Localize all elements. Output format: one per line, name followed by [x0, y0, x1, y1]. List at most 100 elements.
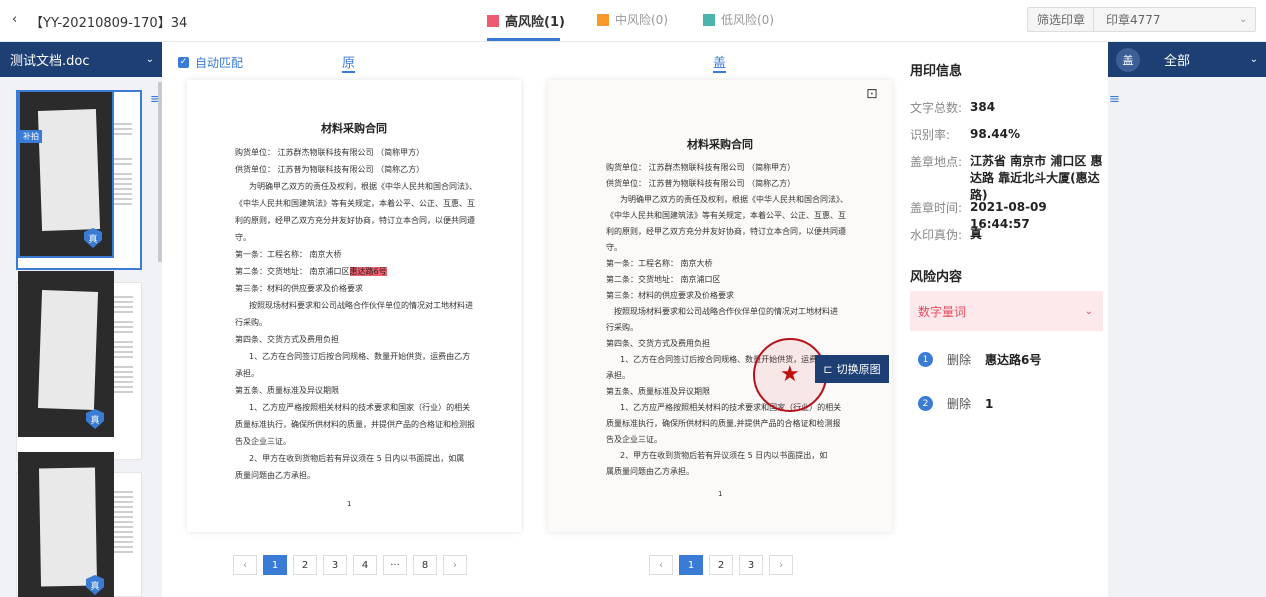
stamp-photo-thumbnail-2[interactable]: 真 — [18, 271, 114, 437]
original-pager: ‹ 1 2 3 4 ··· 8 › — [233, 555, 467, 575]
page-ellipsis[interactable]: ··· — [383, 555, 407, 575]
file-select[interactable]: 测试文档.doc ⌄ — [0, 42, 162, 77]
stamp-toggle-button[interactable]: 盖 — [1116, 47, 1140, 72]
stamped-header-underline — [713, 71, 726, 73]
page-button[interactable]: 2 — [293, 555, 317, 575]
doc-line: 质量标准执行，确保所供材料的质量，并提供产品的合格证和检测报 — [235, 420, 475, 429]
doc-line: 第一条：工程名称： 南京大桥 — [606, 259, 713, 268]
stamped-column-header[interactable]: 盖 — [713, 52, 726, 71]
doc-line-text: 第二条：交货地址： 南京浦口区 — [235, 267, 350, 276]
doc-line: 《中华人民共和国建筑法》等有关规定，本着公平、公正、互惠、互 — [235, 199, 475, 208]
info-row-watermark: 水印真伪: 真 — [910, 226, 982, 243]
doc-line: 第三条：材料的供应要求及价格要求 — [235, 284, 363, 293]
doc-line: 《中华人民共和国建筑法》等有关规定，本着公平、公正、互惠、互 — [606, 211, 846, 220]
doc-line: 第三条：材料的供应要求及价格要求 — [606, 291, 734, 300]
next-page-button[interactable]: › — [443, 555, 467, 575]
doc-line: 供货单位： 江苏普为物联科技有限公司 （简称乙方） — [235, 165, 425, 174]
tab-high-risk-label: 高风险(1) — [505, 15, 565, 30]
risk-item-operation: 删除 — [947, 397, 972, 411]
doc-line: 2、甲方在收到货物后若有异议须在 5 日内以书面提出，如 — [620, 451, 828, 460]
seal-star-icon: ★ — [780, 362, 800, 387]
chevron-down-icon: ⌄ — [145, 54, 154, 65]
doc-line: 守。 — [606, 243, 622, 252]
info-row-word-count: 文字总数: 384 — [910, 99, 995, 116]
filter-value: 印章4777 — [1106, 13, 1161, 27]
doc-line: 利的原则，经甲乙双方充分并友好协商，特订立本合同，以便共同遵 — [235, 216, 475, 225]
filter-label: 筛选印章 — [1028, 8, 1095, 31]
original-column-header[interactable]: 原 — [342, 52, 355, 71]
info-key: 水印真伪: — [910, 228, 963, 242]
page-button[interactable]: 3 — [739, 555, 763, 575]
doc-line: 守。 — [235, 233, 251, 242]
top-bar: ‹ 【YY-20210809-170】34 高风险(1) 中风险(0) 低风险(… — [0, 0, 1266, 42]
switch-original-button[interactable]: ⊏ 切换原图 — [815, 355, 889, 383]
tab-medium-risk-label: 中风险(0) — [615, 13, 668, 27]
info-key: 盖章地点: — [910, 155, 963, 169]
doc-line: 第四条、交货方式及费用负担 — [235, 335, 339, 344]
doc-line: 购货单位： 江苏群杰物联科技有限公司 （简称甲方） — [235, 148, 425, 157]
stamped-document: 材料采购合同 购货单位： 江苏群杰物联科技有限公司 （简称甲方） 供货单位： 江… — [548, 80, 892, 532]
stamp-info-panel: 用印信息 文字总数: 384 识别率: 98.44% 盖章地点: 江苏省 南京市… — [898, 42, 1108, 597]
deleted-text-highlight[interactable]: 惠达路6号 — [349, 267, 387, 276]
doc-line: 第二条：交货地址： 南京浦口区 — [606, 275, 721, 284]
next-page-button[interactable]: › — [769, 555, 793, 575]
risk-item[interactable]: 1 删除 惠达路6号 — [918, 351, 1041, 368]
tab-high-risk[interactable]: 高风险(1) — [487, 11, 565, 30]
scan-focus-icon[interactable]: ⊡ — [866, 86, 878, 102]
page-button[interactable]: 1 — [679, 555, 703, 575]
info-value: 江苏省 南京市 浦口区 惠达路 靠近北斗大厦(惠达路) — [970, 154, 1103, 202]
doc-line: 为明确甲乙双方的责任及权利，根据《中华人民共和国合同法》、 — [620, 195, 848, 204]
back-chevron-icon[interactable]: ‹ — [12, 12, 17, 27]
doc-line: 利的原则，经甲乙双方充分并友好协商，特订立本合同，以便共同遵 — [606, 227, 846, 236]
doc-line: 行采购。 — [606, 323, 638, 332]
photo-filter-select[interactable]: 盖 全部 ⌄ — [1108, 42, 1266, 77]
page-button[interactable]: 1 — [263, 555, 287, 575]
original-header-underline — [342, 71, 355, 73]
stamp-photo-thumbnail-1[interactable]: 补拍 真 — [18, 90, 114, 258]
tab-low-risk-label: 低风险(0) — [721, 13, 774, 27]
switch-original-label: 切换原图 — [836, 363, 881, 376]
info-value: 98.44% — [970, 127, 1020, 141]
doc-line: 质量问题由乙方承担。 — [235, 471, 315, 480]
photo-document — [38, 467, 98, 587]
info-key: 识别率: — [910, 128, 951, 142]
doc-line: 1、乙方应严格按照相关材料的技术要求和国家（行业）的相关 — [249, 403, 471, 412]
risk-item-word: 1 — [985, 396, 994, 411]
doc-line: 1、乙方在合同签订后按合同规格、数量开始供货，运费由乙方 — [249, 352, 471, 361]
medium-risk-swatch — [597, 13, 609, 26]
prev-page-button[interactable]: ‹ — [233, 555, 257, 575]
page-button[interactable]: 3 — [323, 555, 347, 575]
page-number: 1 — [347, 500, 352, 508]
tab-low-risk[interactable]: 低风险(0) — [703, 11, 774, 28]
photo-filter-value: 全部 — [1164, 54, 1191, 69]
risk-item-number: 2 — [918, 396, 933, 411]
tab-medium-risk[interactable]: 中风险(0) — [597, 11, 668, 28]
info-value: 2021-08-09 16:44:57 — [970, 200, 1047, 231]
page-button[interactable]: 8 — [413, 555, 437, 575]
doc-line: 属质量问题由乙方承担。 — [606, 467, 694, 476]
doc-line: 承担。 — [235, 369, 259, 378]
doc-line: 第一条：工程名称： 南京大桥 — [235, 250, 342, 259]
auto-match-checkbox[interactable]: ✓ 自动匹配 — [178, 54, 243, 71]
risk-category-collapse[interactable]: 数字量词 ⌄ — [910, 291, 1103, 331]
doc-line-highlighted: 第二条：交货地址： 南京浦口区惠达路6号 — [187, 263, 521, 280]
crop-icon: ⊏ — [823, 362, 833, 376]
page-button[interactable]: 2 — [709, 555, 733, 575]
risk-item[interactable]: 2 删除 1 — [918, 395, 993, 412]
checkbox-checked-icon: ✓ — [178, 57, 189, 68]
page-number: 1 — [718, 490, 723, 498]
file-name: 测试文档.doc — [10, 54, 90, 69]
doc-line: 第五条、质量标准及异议期限 — [235, 386, 339, 395]
stamped-pager: ‹ 1 2 3 › — [649, 555, 793, 575]
page-button[interactable]: 4 — [353, 555, 377, 575]
original-document: 材料采购合同 购货单位： 江苏群杰物联科技有限公司 （简称甲方） 供货单位： 江… — [187, 80, 521, 532]
stamp-filter-select[interactable]: 筛选印章 印章4777 ⌄ — [1027, 7, 1256, 32]
prev-page-button[interactable]: ‹ — [649, 555, 673, 575]
right-photo-panel: 盖 全部 ⌄ — [1108, 42, 1266, 597]
stamp-photo-thumbnail-3[interactable]: 真 — [18, 452, 114, 597]
authentic-shield-icon: 真 — [86, 409, 104, 429]
doc-line: 告及企业三证。 — [235, 437, 291, 446]
risk-category-label: 数字量词 — [918, 304, 967, 319]
list-menu-icon[interactable]: ≡ — [1109, 92, 1120, 107]
auto-match-label: 自动匹配 — [195, 56, 244, 70]
